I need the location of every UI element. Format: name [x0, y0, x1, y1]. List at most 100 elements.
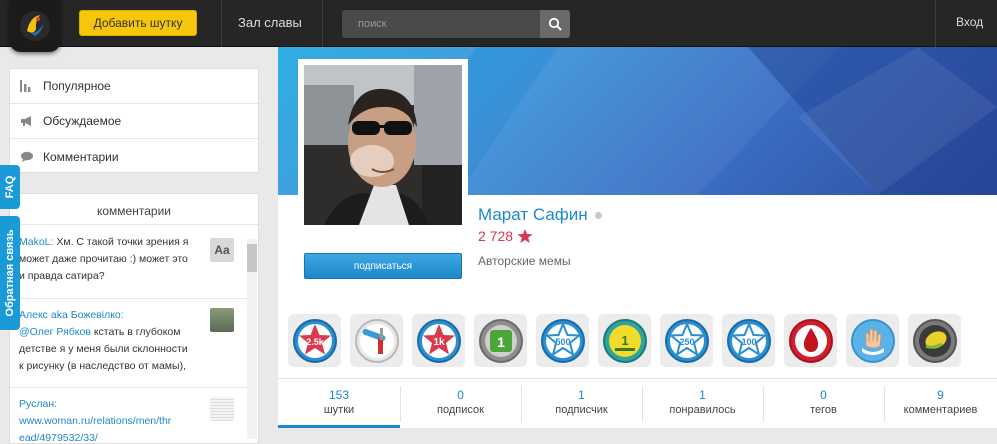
nav-item-comments[interactable]: Комментарии — [10, 139, 258, 174]
comments-scrollbar[interactable] — [247, 239, 257, 439]
star-100-badge-icon: 100 — [726, 318, 771, 363]
site-logo[interactable] — [9, 0, 61, 52]
comment-thumbnail[interactable] — [210, 308, 234, 332]
star-1k-badge-icon: 1k — [416, 318, 461, 363]
hall-of-fame-link[interactable]: Зал славы — [238, 15, 302, 30]
user-bio: Авторские мемы — [478, 254, 571, 268]
hand-badge-icon — [850, 318, 895, 363]
stat-label: подписок — [437, 404, 484, 416]
star-icon — [517, 229, 533, 243]
online-status-icon — [594, 211, 602, 219]
star-250-badge-icon: 250 — [664, 318, 709, 363]
comment-link[interactable]: www.woman.ru/relations/men/thr — [19, 415, 171, 427]
comment-item[interactable]: MakoL: Хм. С такой точки зрения я может … — [19, 234, 213, 285]
stat-subscribers[interactable]: 1 подписчик — [521, 379, 642, 428]
stat-label: подписчик — [555, 404, 608, 416]
comment-text: и правда сатира? — [19, 270, 105, 282]
feedback-tab-label: Обратная связь — [4, 229, 16, 317]
comment-item[interactable]: Алекс aka Божевілко: @Олег Рябков кстать… — [19, 307, 213, 375]
speech-bubble-icon — [21, 151, 33, 162]
stat-value: 0 — [820, 388, 827, 402]
comment-text: Хм. С такой точки зрения я — [56, 236, 189, 248]
comment-thumbnail[interactable] — [210, 397, 234, 421]
badge-green-1[interactable]: 1 — [474, 314, 527, 367]
user-rating: 2 728 — [478, 228, 533, 244]
stat-label: понравилось — [669, 404, 736, 416]
feedback-tab[interactable]: Обратная связь — [0, 216, 20, 330]
badge-star-1k[interactable]: 1k — [412, 314, 465, 367]
comment-mention[interactable]: @Олег Рябков — [19, 326, 91, 338]
search-button[interactable] — [540, 10, 570, 38]
stat-label: шутки — [323, 404, 355, 416]
nav-item-discussed[interactable]: Обсуждаемое — [10, 104, 258, 139]
stat-value: 9 — [937, 388, 944, 402]
nav-item-label: Комментарии — [43, 149, 119, 164]
scrollbar-thumb[interactable] — [247, 244, 257, 272]
badge-yellow-1[interactable]: 1 — [598, 314, 651, 367]
badge-label: 250 — [679, 337, 694, 347]
comment-author[interactable]: MakoL: — [19, 236, 53, 248]
divider — [10, 298, 247, 299]
user-name-text: Марат Сафин — [478, 205, 588, 224]
blood-drop-badge-icon — [788, 318, 833, 363]
comment-author[interactable]: Руслан: — [19, 398, 57, 410]
top-bar: Добавить шутку Зал славы Вход — [0, 0, 997, 52]
star-2-5k-badge-icon: 2.5k — [292, 318, 337, 363]
login-link[interactable]: Вход — [956, 15, 983, 29]
stat-comments[interactable]: 9 комментариев — [884, 379, 997, 428]
search-input[interactable] — [342, 10, 540, 38]
comment-thumbnail[interactable]: Aa — [210, 238, 234, 262]
search-icon — [548, 17, 562, 31]
badge-star-250[interactable]: 250 — [660, 314, 713, 367]
topbar-divider — [935, 0, 936, 47]
megaphone-icon — [21, 116, 31, 126]
comments-panel: комментарии MakoL: Хм. С такой точки зре… — [9, 193, 259, 444]
nav-item-label: Обсуждаемое — [43, 114, 122, 128]
comment-author[interactable]: Алекс aka Божевілко: — [19, 309, 124, 321]
badge-star-100[interactable]: 100 — [722, 314, 775, 367]
stat-label: комментариев — [903, 404, 978, 416]
green-square-1-badge-icon: 1 — [478, 318, 523, 363]
nav-item-label: Популярное — [43, 79, 111, 93]
badge-broom[interactable] — [350, 314, 403, 367]
badge-label: 1k — [433, 337, 445, 348]
stat-value: 153 — [328, 388, 350, 402]
divider — [10, 224, 258, 225]
badge-star-500[interactable]: 500 — [536, 314, 589, 367]
stat-tags[interactable]: 0 тегов — [763, 379, 884, 428]
rating-value: 2 728 — [478, 228, 514, 244]
star-500-badge-icon: 500 — [540, 318, 585, 363]
banana-logo-icon — [20, 11, 50, 41]
comment-link[interactable]: ead/4979532/33/ — [19, 432, 98, 443]
faq-tab-label: FAQ — [4, 175, 16, 199]
comment-item[interactable]: Руслан: www.woman.ru/relations/men/thr e… — [19, 396, 213, 443]
stat-jokes[interactable]: 153 шутки — [278, 379, 400, 428]
badge-label: 2.5k — [306, 337, 325, 347]
comment-text: может даже прочитаю :) может это — [19, 253, 188, 265]
bar-chart-icon — [20, 80, 31, 92]
user-name: Марат Сафин — [478, 205, 602, 225]
topbar-divider — [221, 0, 222, 47]
badge-star-2-5k[interactable]: 2.5k — [288, 314, 341, 367]
badge-hand[interactable] — [846, 314, 899, 367]
add-joke-button[interactable]: Добавить шутку — [79, 10, 197, 36]
comment-text: к рисунку (в наследство от мамы), — [19, 360, 186, 372]
topbar-divider — [322, 0, 323, 47]
avatar[interactable] — [304, 65, 462, 225]
badge-lemon[interactable] — [908, 314, 961, 367]
stat-liked[interactable]: 1 понравилось — [642, 379, 763, 428]
nav-item-popular[interactable]: Популярное — [10, 69, 258, 104]
yellow-circle-1-badge-icon: 1 — [602, 318, 647, 363]
badge-label: 500 — [555, 337, 570, 347]
search-box — [342, 10, 570, 38]
badge-blood-drop[interactable] — [784, 314, 837, 367]
comment-text: детстве я у меня были склонности — [19, 343, 188, 355]
stat-subscriptions[interactable]: 0 подписок — [400, 379, 521, 428]
stat-value: 1 — [699, 388, 706, 402]
faq-tab[interactable]: FAQ — [0, 165, 20, 209]
avatar-photo — [304, 65, 462, 225]
badge-label: 100 — [741, 337, 756, 347]
comment-text: кстать в глубоком — [90, 326, 181, 338]
comments-panel-title: комментарии — [97, 204, 171, 218]
subscribe-button[interactable]: подписаться — [304, 253, 462, 279]
